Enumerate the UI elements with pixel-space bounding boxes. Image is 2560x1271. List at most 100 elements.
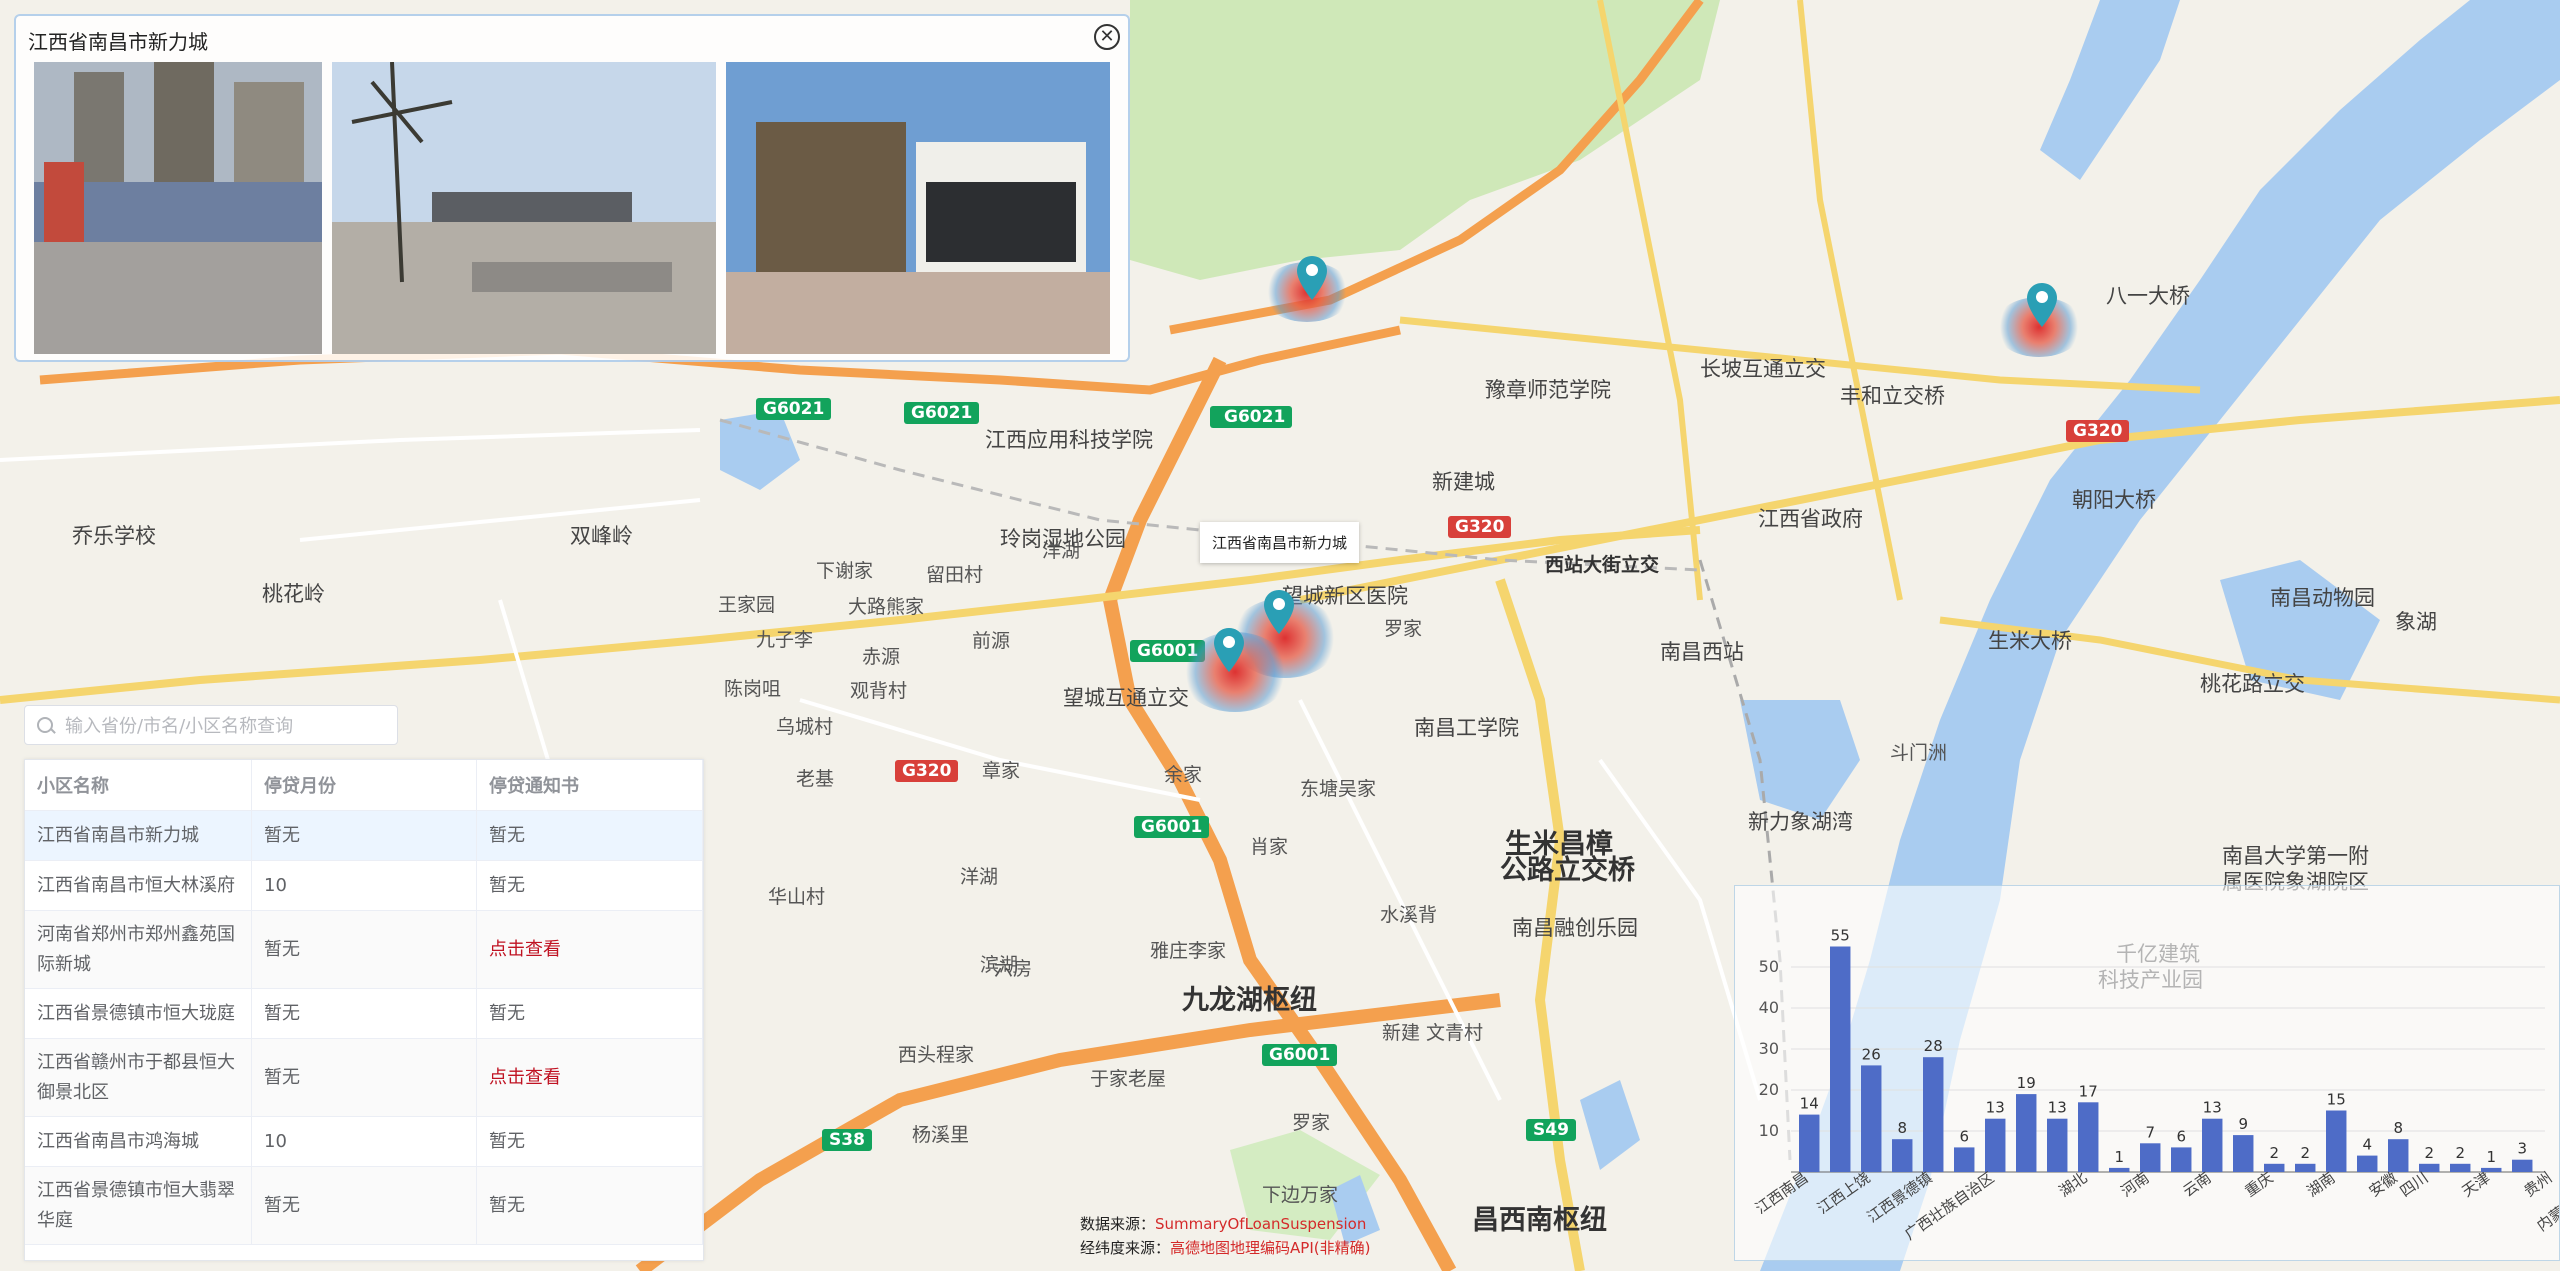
cell-notice: 暂无 — [476, 1116, 703, 1167]
street-photo-2[interactable] — [332, 62, 716, 354]
map-label: 王家园 — [718, 594, 776, 616]
column-header-month[interactable]: 停贷月份 — [251, 760, 477, 811]
map-label: 江西应用科技学院 — [985, 428, 1153, 452]
cell-month: 暂无 — [251, 1038, 477, 1117]
chart-bar[interactable] — [2295, 1163, 2316, 1172]
bar-value-label: 19 — [2017, 1074, 2036, 1092]
cell-notice: 暂无 — [476, 988, 703, 1039]
map-label: 丰和立交桥 — [1840, 384, 1945, 408]
source-label: 数据来源： — [1080, 1215, 1156, 1233]
map-label: 老基 — [796, 768, 835, 790]
bar-value-label: 8 — [2393, 1119, 2403, 1137]
table-row[interactable]: 江西省景德镇市恒大珑庭 暂无 暂无 — [25, 988, 703, 1039]
map-label: 下边万家 — [1262, 1184, 1339, 1206]
close-icon[interactable]: ✕ — [1094, 24, 1120, 50]
chart-bar[interactable] — [1830, 946, 1851, 1173]
chart-bar[interactable] — [2171, 1147, 2192, 1172]
chart-bar[interactable] — [1861, 1065, 1882, 1172]
map-label: 南昌融创乐园 — [1512, 916, 1638, 940]
chart-bar[interactable] — [1985, 1118, 2006, 1172]
bar-chart[interactable]: 102030405014552682861319131717 61392 21548… — [1735, 886, 2560, 1260]
bar-value-label: 13 — [1986, 1099, 2005, 1117]
cell-month: 暂无 — [251, 1166, 477, 1245]
bar-value-label: 8 — [1897, 1119, 1907, 1137]
community-table[interactable]: 小区名称 停贷月份 停贷通知书 江西省南昌市新力城 暂无 暂无 江西省南昌市恒大… — [24, 759, 704, 1261]
map-label: 留田村 — [926, 564, 984, 586]
chart-bar[interactable] — [2326, 1110, 2347, 1173]
chart-bar[interactable] — [2512, 1159, 2533, 1172]
chart-bar[interactable] — [2388, 1139, 2409, 1172]
road-shield: G6021 — [904, 402, 980, 424]
street-photo-1[interactable] — [34, 62, 322, 354]
table-row[interactable]: 江西省南昌市新力城 暂无 暂无 — [25, 810, 703, 861]
street-photo-3[interactable] — [726, 62, 1110, 354]
cell-month: 10 — [251, 860, 477, 911]
map-label: 九子李 — [756, 629, 814, 651]
road-shield: G6001 — [1134, 816, 1210, 838]
source-link[interactable]: 高德地图地理编码API(非精确) — [1170, 1239, 1370, 1257]
chart-bar[interactable] — [2202, 1118, 2223, 1172]
chart-panel: 10 20 30 40 50 14 55 26 8 28 6 13 19 13 17 1 7 6 13 9 2 2 15 4 8… — [1734, 885, 2560, 1261]
chart-bar[interactable] — [2016, 1094, 2037, 1172]
bar-value-label: 17 — [2079, 1082, 2098, 1100]
chart-bar[interactable] — [2357, 1155, 2378, 1172]
table-row[interactable]: 江西省南昌市恒大林溪府 10 暂无 — [25, 860, 703, 911]
map-label: 斗门洲 — [1890, 742, 1948, 764]
table-row[interactable]: 江西省南昌市鸿海城 10 暂无 — [25, 1116, 703, 1167]
notice-link[interactable]: 点击查看 — [489, 939, 561, 960]
map-label: 象湖 — [2395, 610, 2437, 634]
map-pin-icon[interactable] — [1214, 628, 1244, 672]
map-label: 罗家 — [1292, 1112, 1331, 1134]
map-pin-icon[interactable] — [1297, 256, 1327, 300]
chart-bar[interactable] — [2078, 1102, 2099, 1172]
x-tick-label: 云南 — [2180, 1169, 2215, 1201]
chart-bar[interactable] — [2109, 1167, 2130, 1172]
chart-bar[interactable] — [2233, 1135, 2254, 1172]
search-input[interactable] — [63, 706, 393, 746]
column-header-name[interactable]: 小区名称 — [25, 760, 252, 811]
chart-bar[interactable] — [1954, 1147, 1975, 1172]
cell-name: 江西省赣州市于都县恒大御景北区 — [25, 1038, 252, 1117]
map-label: 江西省政府 — [1758, 507, 1863, 531]
chart-bar[interactable] — [2047, 1118, 2068, 1172]
y-tick-label: 50 — [1759, 957, 1779, 976]
bar-value-label: 3 — [2517, 1140, 2527, 1158]
map-label: 陈岗咀 — [724, 678, 782, 700]
map-pin-icon[interactable] — [2027, 283, 2057, 327]
source-link[interactable]: SummaryOfLoanSuspension — [1155, 1215, 1366, 1233]
table-row[interactable]: 江西省赣州市于都县恒大御景北区 暂无 点击查看 — [25, 1038, 703, 1117]
chart-bar[interactable] — [1892, 1139, 1913, 1172]
chart-bar[interactable] — [2450, 1163, 2471, 1172]
map-label: 昌西南枢纽 — [1472, 1205, 1607, 1236]
x-tick-label: 湖北 — [2056, 1169, 2091, 1201]
map-label: 观背村 — [850, 680, 908, 702]
bar-value-label: 2 — [2455, 1144, 2465, 1162]
cell-name: 江西省南昌市恒大林溪府 — [25, 860, 252, 911]
table-row[interactable]: 河南省郑州市郑州鑫苑国际新城 暂无 点击查看 — [25, 910, 703, 989]
road-shield: G320 — [2066, 420, 2130, 442]
map-label: 杨溪里 — [912, 1124, 970, 1146]
road-shield: S38 — [822, 1129, 872, 1151]
y-tick-label: 20 — [1759, 1080, 1779, 1099]
notice-link[interactable]: 点击查看 — [489, 1067, 561, 1088]
x-tick-label: 江西南昌 — [1752, 1169, 1811, 1218]
column-header-notice[interactable]: 停贷通知书 — [476, 760, 703, 811]
cell-notice: 暂无 — [476, 810, 703, 861]
map-pin-icon[interactable] — [1264, 590, 1294, 634]
map-label: 望城互通立交 — [1063, 686, 1189, 710]
map-label: 赤源 — [862, 646, 901, 668]
map-label: 新力象湖湾 — [1748, 810, 1853, 834]
chart-bar[interactable] — [1923, 1057, 1944, 1172]
cell-name: 江西省景德镇市恒大珑庭 — [25, 988, 252, 1039]
data-source-note: 数据来源：SummaryOfLoanSuspension 经纬度来源：高德地图地… — [1080, 1212, 1370, 1260]
table-row[interactable]: 江西省景德镇市恒大翡翠华庭 暂无 暂无 — [25, 1166, 703, 1245]
street-photo-panel: 江西省南昌市新力城 ✕ — [14, 14, 1130, 362]
chart-bar[interactable] — [2140, 1143, 2161, 1172]
map-label: 新建 — [1382, 1022, 1421, 1044]
y-tick-label: 40 — [1759, 998, 1779, 1017]
map-label: 文青村 — [1426, 1022, 1484, 1044]
cell-notice: 暂无 — [476, 1166, 703, 1245]
map-label: 雅庄李家 — [1150, 940, 1227, 962]
chart-bar[interactable] — [1799, 1114, 1820, 1172]
table-header-row: 小区名称 停贷月份 停贷通知书 — [25, 760, 703, 811]
